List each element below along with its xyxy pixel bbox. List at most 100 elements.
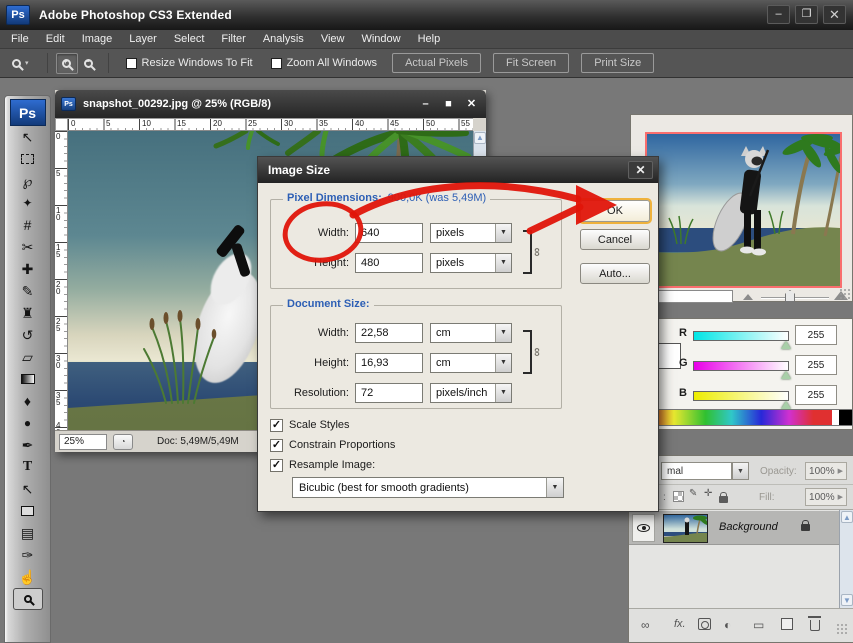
blue-slider[interactable] [693, 391, 789, 401]
pixel-width-unit-select[interactable]: pixels ▼ [430, 223, 512, 243]
pixel-height-input[interactable]: 480 [355, 253, 423, 273]
fill-field[interactable]: 100%▶ [805, 488, 847, 506]
tool-rectangle[interactable] [13, 500, 43, 522]
menu-select[interactable]: Select [172, 33, 207, 45]
color-spectrum-ramp[interactable] [645, 409, 853, 426]
tool-history-brush[interactable]: ↺ [13, 324, 43, 346]
resample-image-checkbox-group[interactable]: ✓ Resample Image: [270, 457, 375, 473]
tool-dodge[interactable]: ● [13, 412, 43, 434]
lock-all-icon[interactable] [719, 496, 728, 503]
tool-hand[interactable]: ☝ [13, 566, 43, 588]
green-slider[interactable] [693, 361, 789, 371]
tool-quick-selection[interactable]: ✦ [13, 192, 43, 214]
panel-resize-grip[interactable] [836, 623, 848, 635]
menu-image[interactable]: Image [80, 33, 115, 45]
layer-row-background[interactable]: Background [629, 511, 839, 545]
tool-notes[interactable]: ▤ [13, 522, 43, 544]
spectrum-black-swatch[interactable] [839, 410, 852, 425]
constrain-proportions-checkbox-group[interactable]: ✓ Constrain Proportions [270, 437, 395, 453]
red-slider-thumb[interactable] [781, 341, 791, 349]
spectrum-gradient[interactable] [646, 410, 832, 425]
zoom-out-button[interactable]: − [78, 53, 100, 74]
menu-edit[interactable]: Edit [44, 33, 67, 45]
navigator-preview[interactable] [645, 132, 842, 288]
zoom-level-field[interactable]: 25% [59, 434, 107, 450]
tool-blur[interactable]: ♦ [13, 390, 43, 412]
link-layers-icon[interactable]: ∞ [641, 618, 650, 632]
tool-move[interactable]: ↖ [13, 126, 43, 148]
red-slider[interactable] [693, 331, 789, 341]
tool-slice[interactable]: ✂ [13, 236, 43, 258]
chevron-down-icon[interactable]: ▼ [495, 254, 511, 272]
close-button[interactable]: ✕ [823, 5, 846, 24]
layer-mask-icon[interactable] [698, 618, 711, 630]
tool-crop[interactable]: # [13, 214, 43, 236]
navigator-zoom-slider-track[interactable] [761, 297, 829, 299]
resize-windows-checkbox-group[interactable]: Resize Windows To Fit [126, 57, 253, 69]
menu-window[interactable]: Window [359, 33, 402, 45]
green-slider-thumb[interactable] [781, 371, 791, 379]
pixel-height-unit-select[interactable]: pixels ▼ [430, 253, 512, 273]
adjustment-layer-icon[interactable]: ◐ [724, 618, 731, 632]
ok-button[interactable]: OK [580, 200, 650, 222]
zoom-out-mountain-icon[interactable] [743, 294, 753, 300]
green-value-field[interactable]: 255 [795, 355, 837, 375]
menu-file[interactable]: File [9, 33, 31, 45]
fit-screen-button[interactable]: Fit Screen [493, 53, 569, 73]
panel-resize-grip[interactable] [839, 288, 851, 300]
layer-effects-icon[interactable]: fx. [674, 618, 686, 630]
tool-rectangular-marquee[interactable] [13, 148, 43, 170]
chevron-down-icon[interactable]: ▼ [495, 384, 511, 402]
pixel-width-input[interactable]: 640 [355, 223, 423, 243]
chevron-down-icon[interactable]: ▼ [495, 354, 511, 372]
menu-view[interactable]: View [319, 33, 347, 45]
new-layer-icon[interactable] [781, 618, 793, 630]
lock-move-icon[interactable]: ✛ [704, 488, 712, 499]
tool-eyedropper[interactable]: ✑ [13, 544, 43, 566]
blue-value-field[interactable]: 255 [795, 385, 837, 405]
doc-width-input[interactable]: 22,58 [355, 323, 423, 343]
lock-transparency-icon[interactable] [673, 491, 684, 502]
tool-gradient[interactable] [13, 368, 43, 390]
menu-filter[interactable]: Filter [219, 33, 247, 45]
layer-visibility-cell[interactable] [632, 514, 655, 542]
maximize-button[interactable]: ❐ [795, 5, 818, 24]
delete-layer-icon[interactable] [810, 620, 820, 631]
doc-maximize-button[interactable]: ■ [439, 95, 458, 112]
scale-styles-checkbox[interactable]: ✓ [270, 419, 283, 432]
current-tool-selector[interactable]: ▾ [12, 59, 29, 68]
doc-minimize-button[interactable]: – [416, 95, 435, 112]
resample-method-select[interactable]: Bicubic (best for smooth gradients) ▼ [292, 477, 564, 498]
blend-mode-select[interactable]: mal [661, 462, 732, 480]
resolution-unit-select[interactable]: pixels/inch ▼ [430, 383, 512, 403]
resolution-input[interactable]: 72 [355, 383, 423, 403]
blue-slider-thumb[interactable] [781, 401, 791, 409]
actual-pixels-button[interactable]: Actual Pixels [392, 53, 481, 73]
layers-scrollbar[interactable]: ▲ ▼ [839, 510, 853, 608]
layer-group-icon[interactable]: ▭ [753, 618, 764, 632]
layer-name[interactable]: Background [719, 521, 778, 533]
blend-mode-chevron-icon[interactable]: ▼ [732, 462, 749, 480]
menu-help[interactable]: Help [416, 33, 443, 45]
doc-width-unit-select[interactable]: cm ▼ [430, 323, 512, 343]
print-size-button[interactable]: Print Size [581, 53, 654, 73]
zoom-all-checkbox[interactable] [271, 58, 282, 69]
doc-height-input[interactable]: 16,93 [355, 353, 423, 373]
red-value-field[interactable]: 255 [795, 325, 837, 345]
scroll-up-icon[interactable]: ▲ [474, 132, 486, 144]
dialog-titlebar[interactable]: Image Size ✕ [258, 157, 658, 183]
tool-zoom[interactable] [13, 588, 43, 610]
opacity-field[interactable]: 100%▶ [805, 462, 847, 480]
cancel-button[interactable]: Cancel [580, 229, 650, 250]
menu-layer[interactable]: Layer [127, 33, 159, 45]
lock-paint-icon[interactable]: ✎ [689, 488, 697, 499]
tool-clone-stamp[interactable]: ♜ [13, 302, 43, 324]
scale-styles-checkbox-group[interactable]: ✓ Scale Styles [270, 417, 350, 433]
tool-brush[interactable]: ✎ [13, 280, 43, 302]
document-titlebar[interactable]: Ps snapshot_00292.jpg @ 25% (RGB/8) – ■ … [55, 90, 486, 118]
zoom-in-button[interactable]: + [56, 53, 78, 74]
dialog-close-button[interactable]: ✕ [628, 161, 653, 179]
tool-lasso[interactable]: ℘ [13, 170, 43, 192]
doc-height-unit-select[interactable]: cm ▼ [430, 353, 512, 373]
resize-windows-checkbox[interactable] [126, 58, 137, 69]
